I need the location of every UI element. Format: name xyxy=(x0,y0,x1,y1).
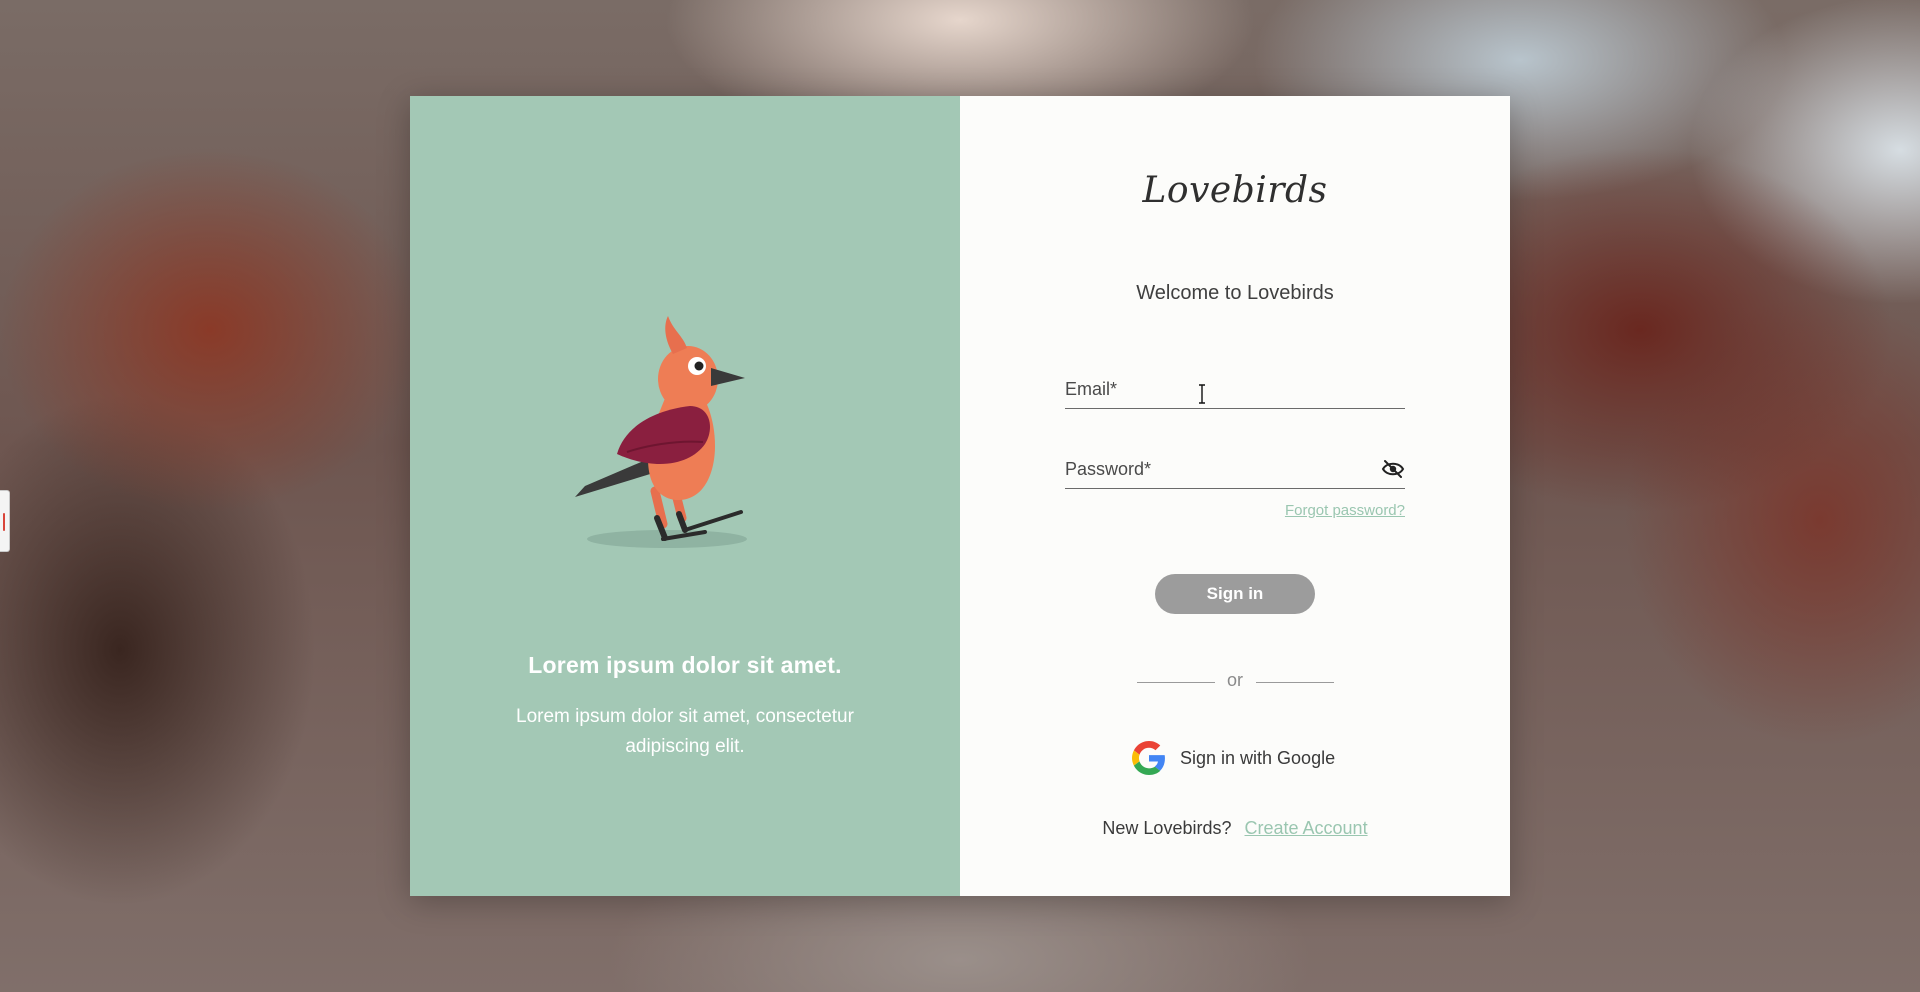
text-cursor-icon xyxy=(1199,384,1205,404)
create-account-link[interactable]: Create Account xyxy=(1245,818,1368,838)
google-icon xyxy=(1132,741,1165,775)
google-sign-in-button[interactable]: Sign in with Google xyxy=(1132,738,1344,778)
hero-heading: Lorem ipsum dolor sit amet. xyxy=(528,652,842,678)
eye-off-icon[interactable] xyxy=(1381,458,1405,480)
brand-logo: Lovebirds xyxy=(1142,170,1328,211)
email-input[interactable] xyxy=(1065,374,1365,404)
handle-grip-icon xyxy=(3,513,5,531)
password-input[interactable] xyxy=(1065,454,1365,484)
sign-in-button[interactable]: Sign in xyxy=(1155,574,1315,614)
password-field xyxy=(1065,454,1405,489)
bird-illustration xyxy=(575,316,747,548)
hero-subtext: Lorem ipsum dolor sit amet, consectetur … xyxy=(516,706,854,757)
hero-panel: Lorem ipsum dolor sit amet. Lorem ipsum … xyxy=(410,96,960,896)
divider-or: or xyxy=(1226,670,1243,690)
google-sign-in-label: Sign in with Google xyxy=(1180,747,1336,768)
welcome-heading: Welcome to Lovebirds xyxy=(1136,282,1334,304)
email-field xyxy=(1065,374,1405,409)
signin-panel: Lovebirds Welcome to Lovebirds Forgot pa… xyxy=(960,96,1510,896)
login-card: Lorem ipsum dolor sit amet. Lorem ipsum … xyxy=(410,96,1510,896)
divider-line-right xyxy=(1256,682,1334,683)
side-panel-handle[interactable] xyxy=(0,490,10,552)
signup-prompt: New Lovebirds? xyxy=(1102,818,1232,838)
forgot-password-link[interactable]: Forgot password? xyxy=(1285,502,1405,519)
signup-row: New Lovebirds? Create Account xyxy=(960,818,1510,839)
